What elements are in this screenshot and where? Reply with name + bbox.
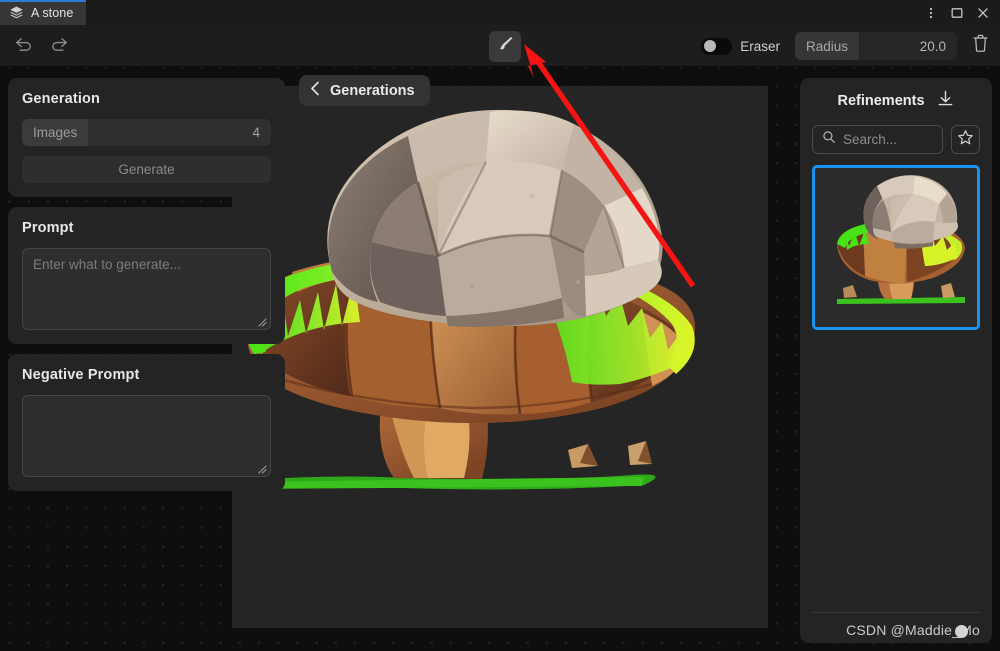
search-input-placeholder: Search... (843, 132, 898, 147)
negative-prompt-textarea[interactable] (22, 395, 271, 477)
download-icon (936, 89, 955, 113)
prompt-card-title: Prompt (22, 220, 74, 236)
document-tab[interactable]: A stone (0, 0, 87, 25)
generation-card: Generation Images 4 Generate (8, 78, 285, 197)
favorites-filter-button[interactable] (951, 125, 980, 154)
panel-divider (812, 612, 980, 613)
generation-card-title: Generation (22, 91, 101, 107)
redo-icon (48, 32, 71, 60)
maximize-button[interactable] (944, 0, 970, 25)
generate-button[interactable]: Generate (22, 156, 271, 183)
document-tab-label: A stone (31, 5, 74, 20)
kebab-menu-button[interactable] (918, 0, 944, 25)
negative-prompt-card: Negative Prompt (8, 354, 285, 491)
images-count-input[interactable]: Images 4 (22, 119, 271, 146)
refinements-panel: Refinements Search... CSDN @Maddie_Mo (800, 78, 992, 643)
window-controls (918, 0, 1000, 25)
images-count-value: 4 (252, 125, 260, 140)
eraser-toggle-label: Eraser (740, 38, 780, 54)
title-bar-spacer (86, 0, 918, 25)
trash-icon (971, 33, 990, 59)
watermark-text: CSDN @Maddie_Mo (846, 622, 980, 638)
prompt-placeholder: Enter what to generate... (33, 257, 181, 272)
chevron-left-icon (308, 80, 323, 101)
search-icon (822, 130, 836, 149)
back-to-generations-label: Generations (330, 82, 415, 99)
undo-button[interactable] (10, 33, 37, 60)
back-to-generations-button[interactable]: Generations (299, 75, 430, 106)
radius-input-label: Radius (795, 32, 860, 60)
layers-stack-icon (9, 5, 24, 20)
search-input[interactable]: Search... (812, 125, 943, 154)
undo-icon (12, 32, 35, 60)
download-button[interactable] (936, 89, 955, 113)
radius-input-value: 20.0 (919, 38, 946, 54)
clear-mask-button[interactable] (969, 34, 992, 59)
eraser-toggle[interactable] (701, 37, 733, 55)
redo-button[interactable] (46, 33, 73, 60)
image-canvas[interactable] (232, 86, 768, 628)
toolbar-history-group (10, 25, 73, 67)
prompt-card: Prompt Enter what to generate... (8, 207, 285, 344)
negative-prompt-card-title: Negative Prompt (22, 367, 140, 383)
eraser-toggle-knob (704, 40, 717, 52)
application-window: A stone Eraser Radius 20.0 Generation Im… (0, 0, 1000, 651)
left-sidebar: Generation Images 4 Generate Prompt Ente… (8, 78, 285, 491)
resize-grip-icon (256, 462, 267, 474)
main-toolbar: Eraser Radius 20.0 (0, 25, 1000, 67)
refinements-title: Refinements (837, 93, 925, 109)
images-count-label: Images (22, 119, 89, 146)
star-icon (957, 129, 974, 151)
title-bar: A stone (0, 0, 1000, 25)
refinements-search-row: Search... (812, 125, 980, 154)
radius-input[interactable]: Radius 20.0 (795, 32, 957, 60)
resize-grip-icon (256, 315, 267, 327)
refinement-thumbnail-1[interactable] (812, 165, 980, 330)
toolbar-brush-settings: Eraser Radius 20.0 (701, 25, 992, 67)
close-button[interactable] (970, 0, 996, 25)
paint-brush-icon (495, 34, 515, 59)
generated-artwork (240, 109, 696, 490)
brush-tool-button[interactable] (489, 31, 521, 62)
refinement-thumbnail-image (815, 168, 977, 327)
refinements-header: Refinements (812, 89, 980, 113)
prompt-textarea[interactable]: Enter what to generate... (22, 248, 271, 330)
